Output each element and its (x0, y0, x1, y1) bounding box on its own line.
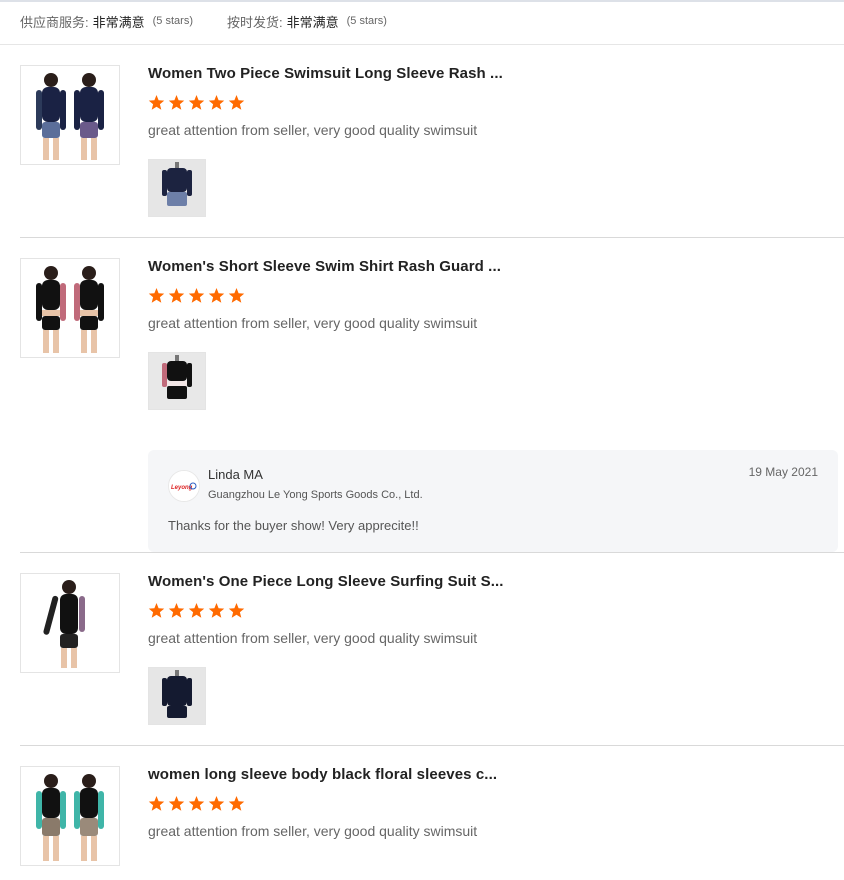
star-icon (208, 795, 225, 817)
star-rating (148, 602, 245, 624)
star-rating (148, 94, 245, 116)
star-icon (148, 602, 165, 624)
rating-summary: 供应商服务: 非常满意 (5 stars) 按时发货: 非常满意 (5 star… (20, 11, 387, 31)
star-rating (148, 795, 245, 817)
star-icon (188, 287, 205, 309)
star-icon (228, 94, 245, 116)
product-thumbnail[interactable] (20, 258, 120, 358)
review-product-title[interactable]: Women's Short Sleeve Swim Shirt Rash Gua… (148, 258, 501, 275)
star-icon (228, 287, 245, 309)
review-photo[interactable] (148, 159, 206, 217)
product-thumbnail[interactable] (20, 65, 120, 165)
seller-logo: Leyong (168, 470, 200, 502)
star-rating (148, 287, 245, 309)
ontime-delivery-stars: (5 stars) (346, 15, 387, 27)
ontime-delivery-value: 非常满意 (286, 14, 339, 30)
review-item: Women's Short Sleeve Swim Shirt Rash Gua… (20, 258, 844, 553)
review-comment: great attention from seller, very good q… (148, 315, 478, 331)
star-icon (208, 287, 225, 309)
product-thumbnail[interactable] (20, 766, 120, 866)
review-item: women long sleeve body black floral slee… (20, 766, 844, 880)
review-product-title[interactable]: women long sleeve body black floral slee… (148, 766, 497, 783)
product-thumbnail[interactable] (20, 573, 120, 673)
review-divider (20, 237, 844, 238)
star-icon (188, 94, 205, 116)
supplier-service-label: 供应商服务: (20, 14, 89, 30)
review-comment: great attention from seller, very good q… (148, 630, 478, 646)
star-icon (168, 795, 185, 817)
star-icon (208, 602, 225, 624)
seller-company[interactable]: Guangzhou Le Yong Sports Goods Co., Ltd. (208, 489, 423, 501)
seller-reply: Leyong Linda MA Guangzhou Le Yong Sports… (148, 450, 838, 552)
review-item: Women's One Piece Long Sleeve Surfing Su… (20, 573, 844, 746)
ontime-delivery-label: 按时发货: (226, 14, 283, 30)
review-divider (20, 552, 844, 553)
review-photo[interactable] (148, 352, 206, 410)
svg-text:Leyong: Leyong (171, 485, 193, 491)
supplier-service-value: 非常满意 (92, 14, 145, 30)
review-product-title[interactable]: Women Two Piece Swimsuit Long Sleeve Ras… (148, 65, 503, 82)
star-icon (228, 795, 245, 817)
reply-date: 19 May 2021 (748, 465, 818, 479)
reply-text: Thanks for the buyer show! Very apprecit… (168, 518, 419, 533)
star-icon (228, 602, 245, 624)
header-divider (0, 44, 844, 45)
star-icon (148, 287, 165, 309)
seller-name: Linda MA (208, 467, 263, 482)
top-border (0, 0, 844, 2)
star-icon (188, 602, 205, 624)
supplier-service-stars: (5 stars) (152, 15, 193, 27)
star-icon (188, 795, 205, 817)
star-icon (168, 287, 185, 309)
review-item: Women Two Piece Swimsuit Long Sleeve Ras… (20, 65, 844, 238)
star-icon (168, 602, 185, 624)
review-divider (20, 745, 844, 746)
review-photo[interactable] (148, 667, 206, 725)
review-product-title[interactable]: Women's One Piece Long Sleeve Surfing Su… (148, 573, 504, 590)
star-icon (208, 94, 225, 116)
star-icon (148, 94, 165, 116)
star-icon (148, 795, 165, 817)
review-comment: great attention from seller, very good q… (148, 823, 478, 839)
review-comment: great attention from seller, very good q… (148, 122, 478, 138)
star-icon (168, 94, 185, 116)
